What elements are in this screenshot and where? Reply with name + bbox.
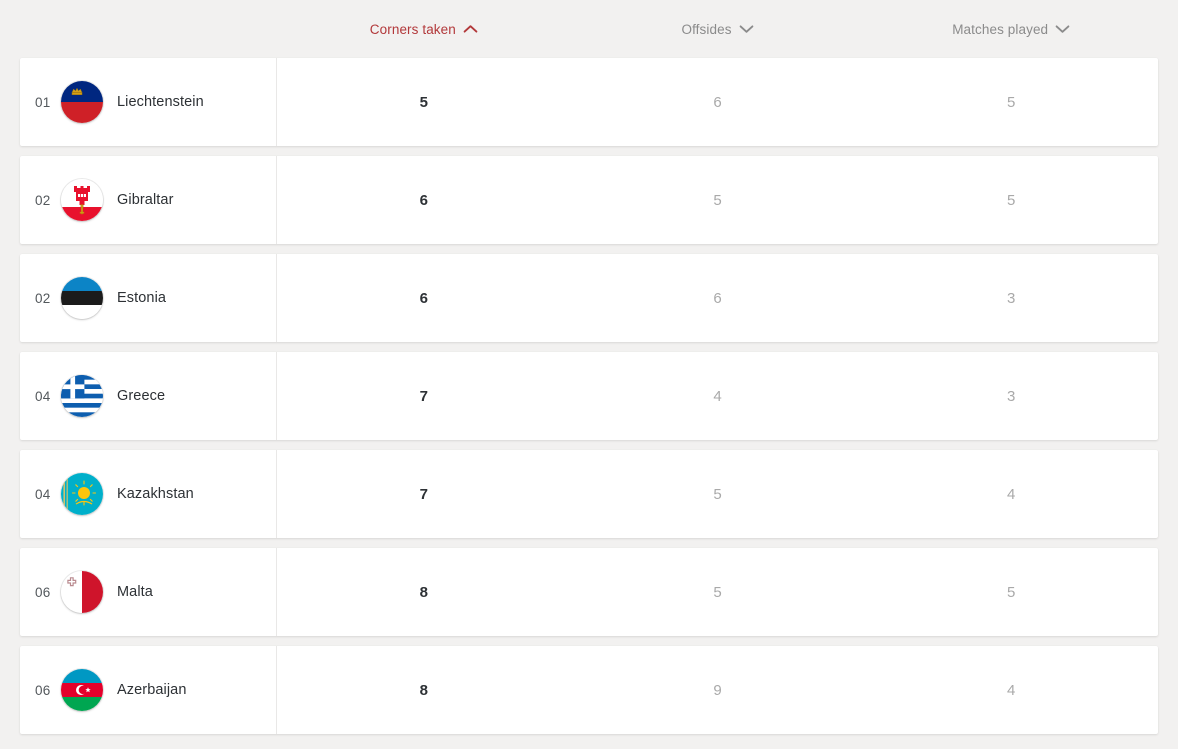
cell-matches-played: 3 (1007, 289, 1016, 307)
cell-matches-played: 5 (1007, 93, 1016, 111)
cell-matches-played: 4 (1007, 681, 1016, 699)
cell-country: 02 Estonia (20, 254, 277, 342)
column-header-matches-played[interactable]: Matches played (864, 22, 1158, 37)
cell-corners-taken: 6 (419, 289, 428, 307)
table-row[interactable]: 04 Kazakhstan 7 5 4 (20, 450, 1158, 538)
cell-matches-played: 3 (1007, 387, 1016, 405)
table-row[interactable]: 02 Gibraltar 6 5 5 (20, 156, 1158, 244)
leaderboard-rows: 01 Liechtenstein 5 6 5 02 Gibraltar 6 5 … (0, 58, 1178, 734)
table-row[interactable]: 06 Azerbaijan 8 9 4 (20, 646, 1158, 734)
flag-icon-liechtenstein (61, 81, 103, 123)
country-name: Greece (117, 388, 166, 404)
cell-offsides: 6 (713, 289, 722, 307)
cell-offsides: 9 (713, 681, 722, 699)
column-header-label: Corners taken (369, 21, 456, 37)
chevron-down-icon (739, 24, 754, 34)
cell-matches-played: 5 (1007, 191, 1016, 209)
cell-country: 04 Greece (20, 352, 277, 440)
table-header-row: Corners taken Offsides Matches played (0, 0, 1178, 58)
flag-icon-greece (61, 375, 103, 417)
country-name: Estonia (117, 290, 167, 306)
column-header-label: Offsides (681, 21, 732, 37)
country-name: Liechtenstein (117, 94, 204, 110)
cell-country: 06 Malta (20, 548, 277, 636)
cell-offsides: 6 (713, 93, 722, 111)
cell-corners-taken: 8 (419, 681, 428, 699)
rank-number: 06 (35, 682, 51, 698)
column-header-label: Matches played (952, 21, 1049, 37)
country-name: Gibraltar (117, 192, 174, 208)
table-row[interactable]: 01 Liechtenstein 5 6 5 (20, 58, 1158, 146)
cell-offsides: 5 (713, 583, 722, 601)
cell-matches-played: 4 (1007, 485, 1016, 503)
column-header-corners-taken[interactable]: Corners taken (277, 22, 571, 37)
stats-leaderboard-page: Corners taken Offsides Matches played 01… (0, 0, 1178, 749)
cell-corners-taken: 7 (419, 485, 428, 503)
country-name: Kazakhstan (117, 486, 194, 502)
cell-country: 06 Azerbaijan (20, 646, 277, 734)
cell-corners-taken: 8 (419, 583, 428, 601)
rank-number: 06 (35, 584, 51, 600)
chevron-down-icon (1055, 24, 1070, 34)
table-row[interactable]: 04 Greece 7 4 3 (20, 352, 1158, 440)
rank-number: 04 (35, 486, 51, 502)
cell-offsides: 5 (713, 485, 722, 503)
rank-number: 01 (35, 94, 51, 110)
flag-icon-estonia (61, 277, 103, 319)
cell-offsides: 5 (713, 191, 722, 209)
cell-country: 04 Kazakhstan (20, 450, 277, 538)
cell-matches-played: 5 (1007, 583, 1016, 601)
cell-offsides: 4 (713, 387, 722, 405)
rank-number: 04 (35, 388, 51, 404)
chevron-up-icon (463, 24, 478, 34)
rank-number: 02 (35, 290, 51, 306)
flag-icon-kazakhstan (61, 473, 103, 515)
table-row[interactable]: 02 Estonia 6 6 3 (20, 254, 1158, 342)
country-name: Malta (117, 584, 153, 600)
cell-country: 02 Gibraltar (20, 156, 277, 244)
table-row[interactable]: 06 Malta 8 5 5 (20, 548, 1158, 636)
country-name: Azerbaijan (117, 682, 187, 698)
cell-corners-taken: 7 (419, 387, 428, 405)
flag-icon-azerbaijan (61, 669, 103, 711)
cell-country: 01 Liechtenstein (20, 58, 277, 146)
column-header-offsides[interactable]: Offsides (571, 22, 865, 37)
flag-icon-malta (61, 571, 103, 613)
cell-corners-taken: 6 (419, 191, 428, 209)
rank-number: 02 (35, 192, 51, 208)
flag-icon-gibraltar (61, 179, 103, 221)
cell-corners-taken: 5 (419, 93, 428, 111)
